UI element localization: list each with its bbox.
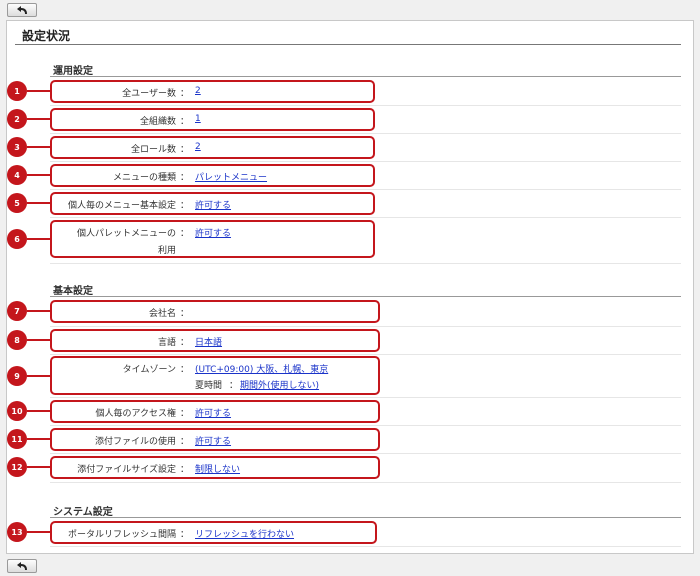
label-attachment-use: 添付ファイルの使用: [94, 437, 176, 447]
row-divider: [50, 397, 681, 398]
section-divider: [50, 296, 681, 297]
marker-badge-2: 2: [7, 109, 27, 129]
colon: ：: [180, 465, 190, 475]
link-access-rights[interactable]: 許可する: [195, 406, 231, 419]
marker-badge-3: 3: [7, 137, 27, 157]
label-timezone: タイムゾーン: [122, 365, 176, 375]
marker-connector: [27, 202, 50, 204]
colon: ：: [180, 201, 190, 211]
row-divider: [50, 189, 681, 190]
label-menu-type: メニューの種類: [112, 173, 176, 183]
colon: ：: [180, 229, 190, 239]
marker-connector: [27, 375, 50, 377]
section-title-operation: 運用設定: [53, 66, 93, 77]
link-total-roles[interactable]: 2: [195, 142, 201, 152]
row-divider: [50, 217, 681, 218]
colon: ：: [180, 530, 190, 540]
label-total-organizations: 全組織数: [139, 117, 176, 127]
colon: ：: [180, 173, 190, 183]
label-total-users: 全ユーザー数: [122, 89, 176, 99]
colon: ：: [180, 338, 190, 348]
section-divider: [50, 517, 681, 518]
colon: ：: [180, 145, 190, 155]
label-attachment-size: 添付ファイルサイズ設定: [77, 465, 176, 475]
row-divider: [50, 133, 681, 134]
marker-badge-11: 11: [7, 429, 27, 449]
colon: ：: [180, 117, 190, 127]
marker-connector: [27, 410, 50, 412]
marker-badge-4: 4: [7, 165, 27, 185]
row-divider: [50, 354, 681, 355]
marker-badge-8: 8: [7, 330, 27, 350]
marker-connector: [27, 238, 50, 240]
link-portal-refresh[interactable]: リフレッシュを行わない: [195, 527, 294, 540]
colon: ：: [180, 437, 190, 447]
marker-badge-12: 12: [7, 457, 27, 477]
row-divider: [50, 263, 681, 264]
marker-badge-9: 9: [7, 366, 27, 386]
link-total-users[interactable]: 2: [195, 86, 201, 96]
marker-connector: [27, 146, 50, 148]
title-divider: [15, 44, 681, 45]
marker-connector: [27, 466, 50, 468]
link-personal-palette-menu[interactable]: 許可する: [195, 226, 231, 239]
label-personal-palette-menu-cont: 利用: [157, 246, 176, 256]
row-divider: [50, 326, 681, 327]
marker-connector: [27, 531, 50, 533]
marker-connector: [27, 310, 50, 312]
row-divider: [50, 453, 681, 454]
label-personal-palette-menu: 個人パレットメニューの: [76, 229, 176, 239]
colon: ：: [229, 381, 239, 391]
back-arrow-icon: [17, 5, 27, 14]
colon: ：: [180, 409, 190, 419]
row-divider: [50, 425, 681, 426]
row-divider: [50, 546, 681, 547]
label-access-rights: 個人毎のアクセス権: [95, 409, 176, 419]
marker-connector: [27, 174, 50, 176]
row-divider: [50, 482, 681, 483]
marker-badge-1: 1: [7, 81, 27, 101]
section-divider: [50, 76, 681, 77]
marker-badge-7: 7: [7, 301, 27, 321]
colon: ：: [180, 365, 190, 375]
label-portal-refresh: ポータルリフレッシュ間隔: [67, 530, 176, 540]
marker-connector: [27, 118, 50, 120]
section-title-basic: 基本設定: [53, 286, 93, 297]
back-button-top[interactable]: [7, 3, 37, 17]
link-personal-menu-setting[interactable]: 許可する: [195, 198, 231, 211]
link-daylight-saving[interactable]: 期間外(使用しない): [240, 378, 319, 391]
label-language: 言語: [157, 338, 176, 348]
label-daylight-saving: 夏時間: [195, 381, 223, 391]
marker-connector: [27, 339, 50, 341]
back-button-bottom[interactable]: [7, 559, 37, 573]
link-attachment-use[interactable]: 許可する: [195, 434, 231, 447]
colon: ：: [180, 89, 190, 99]
link-menu-type[interactable]: パレットメニュー: [195, 170, 267, 183]
section-title-system: システム設定: [53, 507, 113, 518]
colon: ：: [180, 309, 190, 319]
page-title: 設定状況: [22, 29, 71, 43]
marker-connector: [27, 438, 50, 440]
marker-badge-5: 5: [7, 193, 27, 213]
marker-badge-13: 13: [7, 522, 27, 542]
label-total-roles: 全ロール数: [130, 145, 176, 155]
row-divider: [50, 105, 681, 106]
link-attachment-size[interactable]: 制限しない: [195, 462, 240, 475]
link-total-organizations[interactable]: 1: [195, 114, 201, 124]
label-personal-menu-setting: 個人毎のメニュー基本設定: [67, 201, 176, 211]
marker-badge-10: 10: [7, 401, 27, 421]
link-language[interactable]: 日本語: [195, 335, 222, 348]
back-arrow-icon: [17, 561, 27, 570]
marker-badge-6: 6: [7, 229, 27, 249]
row-divider: [50, 161, 681, 162]
link-timezone[interactable]: (UTC+09:00) 大阪、札幌、東京: [195, 362, 328, 375]
label-company-name: 会社名: [148, 309, 176, 319]
marker-connector: [27, 90, 50, 92]
